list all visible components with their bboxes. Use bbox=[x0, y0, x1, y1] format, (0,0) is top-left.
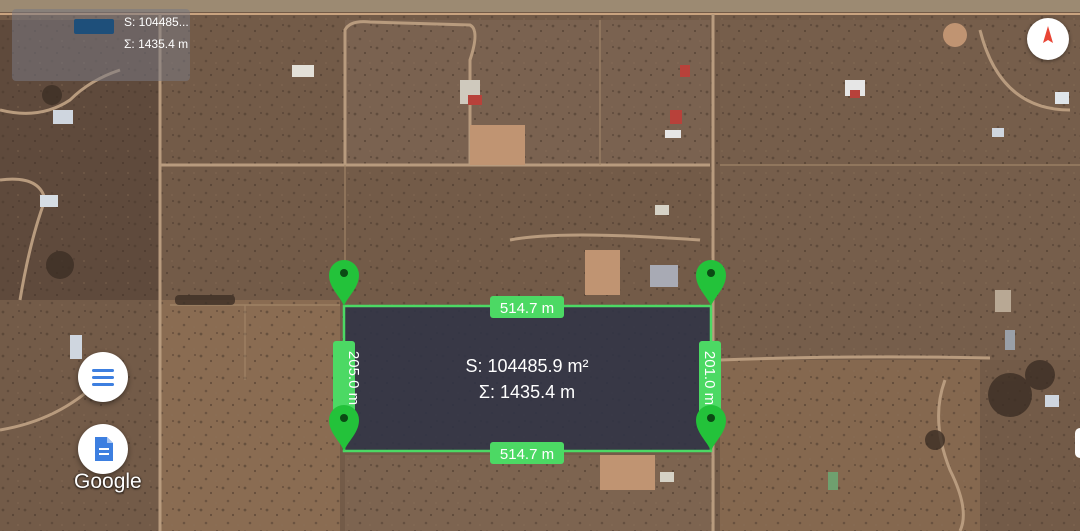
area-label: S: 104485.9 m² bbox=[465, 356, 588, 376]
perimeter-label: Σ: 1435.4 m bbox=[479, 382, 575, 402]
info-area-text: S: 104485... bbox=[124, 15, 189, 29]
document-icon bbox=[95, 437, 113, 461]
menu-icon bbox=[92, 369, 114, 386]
edge-label-right: 201.0 m bbox=[699, 341, 721, 415]
edge-label-top: 514.7 m bbox=[490, 296, 564, 318]
area-color-swatch bbox=[74, 19, 114, 34]
document-button[interactable] bbox=[78, 424, 128, 474]
side-panel-handle[interactable] bbox=[1075, 428, 1080, 458]
info-perimeter-text: Σ: 1435.4 m bbox=[124, 37, 189, 51]
edge-length-bottom: 514.7 m bbox=[500, 446, 554, 463]
google-logo: Google bbox=[74, 470, 142, 493]
edge-length-top: 514.7 m bbox=[500, 300, 554, 317]
edge-label-left: 205.0 m bbox=[333, 341, 362, 415]
compass-button[interactable] bbox=[1027, 18, 1069, 60]
measurement-info-card: S: 104485... Σ: 1435.4 m bbox=[12, 9, 190, 81]
edge-length-left: 205.0 m bbox=[345, 351, 362, 405]
compass-icon bbox=[1043, 26, 1053, 43]
edge-length-right: 201.0 m bbox=[701, 351, 718, 405]
measured-area[interactable] bbox=[342, 304, 713, 453]
edge-label-bottom: 514.7 m bbox=[490, 442, 564, 464]
menu-button[interactable] bbox=[78, 352, 128, 402]
